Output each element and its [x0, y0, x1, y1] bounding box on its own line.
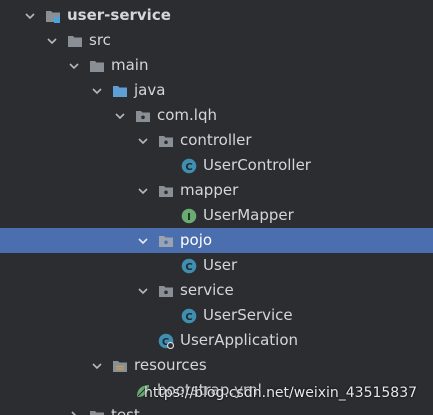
tree-label: resources — [134, 356, 207, 374]
chevron-down-icon[interactable] — [137, 135, 149, 147]
chevron-down-icon[interactable] — [137, 285, 149, 297]
tree-label: mapper — [180, 181, 239, 199]
svg-text:C: C — [185, 262, 192, 273]
tree-label: UserController — [203, 156, 311, 174]
chevron-down-icon[interactable] — [91, 85, 103, 97]
folder-icon — [67, 33, 83, 49]
tree-row-user-mapper[interactable]: I UserMapper — [0, 203, 433, 228]
package-icon — [158, 233, 174, 249]
tree-row-test[interactable]: test — [0, 403, 433, 415]
tree-row-pojo[interactable]: pojo — [0, 228, 433, 253]
tree-label: User — [203, 256, 238, 274]
interface-icon: I — [181, 208, 197, 224]
tree-row-service[interactable]: service — [0, 278, 433, 303]
tree-label: java — [134, 81, 166, 99]
tree-label: controller — [180, 131, 252, 149]
chevron-down-icon[interactable] — [46, 35, 58, 47]
tree-row-main[interactable]: main — [0, 53, 433, 78]
tree-label: pojo — [180, 231, 213, 249]
tree-label: test — [111, 406, 140, 415]
tree-row-user-service-class[interactable]: C UserService — [0, 303, 433, 328]
tree-row-com-lqh[interactable]: com.lqh — [0, 103, 433, 128]
class-icon: C — [181, 258, 197, 274]
package-icon — [158, 283, 174, 299]
tree-row-src[interactable]: src — [0, 28, 433, 53]
chevron-down-icon[interactable] — [91, 360, 103, 372]
chevron-down-icon[interactable] — [137, 235, 149, 247]
chevron-down-icon[interactable] — [137, 185, 149, 197]
tree-label: user-service — [67, 6, 171, 24]
project-tree: user-service src main java com.lqh contr… — [0, 0, 433, 415]
tree-row-user-service[interactable]: user-service — [0, 3, 433, 28]
tree-label: UserService — [203, 306, 293, 324]
package-icon — [135, 108, 151, 124]
tree-label: service — [180, 281, 234, 299]
chevron-down-icon[interactable] — [68, 60, 80, 72]
tree-row-user-application[interactable]: C UserApplication — [0, 328, 433, 353]
class-icon: C — [181, 158, 197, 174]
tree-label: src — [89, 31, 111, 49]
package-icon — [158, 133, 174, 149]
tree-label: UserApplication — [180, 331, 299, 349]
module-folder-icon — [45, 8, 61, 24]
package-icon — [158, 183, 174, 199]
chevron-down-icon[interactable] — [24, 10, 36, 22]
chevron-down-icon[interactable] — [114, 110, 126, 122]
tree-label: bootstrap.yml — [157, 381, 262, 399]
svg-text:C: C — [185, 312, 192, 323]
tree-row-java[interactable]: java — [0, 78, 433, 103]
spring-boot-class-icon: C — [158, 333, 174, 349]
source-folder-icon — [112, 83, 128, 99]
tree-row-resources[interactable]: resources — [0, 353, 433, 378]
tree-row-bootstrap-yml[interactable]: bootstrap.yml — [0, 378, 433, 403]
resources-folder-icon — [112, 358, 128, 374]
yaml-leaf-icon — [135, 383, 151, 399]
tree-row-mapper[interactable]: mapper — [0, 178, 433, 203]
folder-icon — [89, 408, 105, 415]
tree-row-user-controller[interactable]: C UserController — [0, 153, 433, 178]
svg-text:I: I — [187, 212, 191, 223]
tree-row-user[interactable]: C User — [0, 253, 433, 278]
chevron-right-icon[interactable] — [68, 410, 80, 415]
folder-icon — [89, 58, 105, 74]
tree-label: com.lqh — [157, 106, 217, 124]
class-icon: C — [181, 308, 197, 324]
tree-row-controller[interactable]: controller — [0, 128, 433, 153]
svg-text:C: C — [185, 162, 192, 173]
tree-label: main — [111, 56, 149, 74]
tree-label: UserMapper — [203, 206, 294, 224]
